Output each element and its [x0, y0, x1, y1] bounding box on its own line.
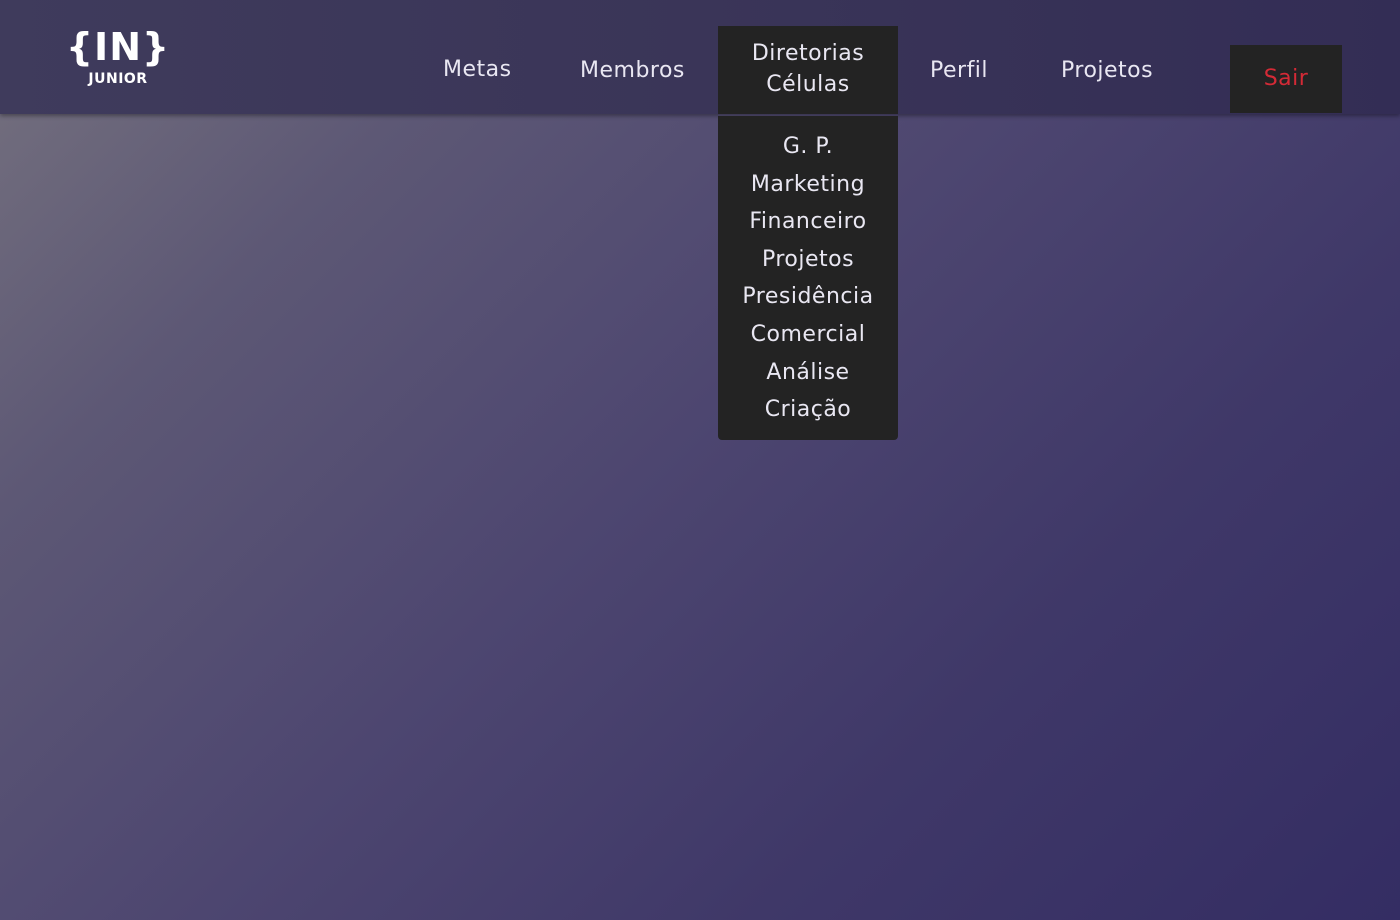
logout-button[interactable]: Sair: [1230, 45, 1342, 113]
dropdown-item-criacao[interactable]: Criação: [718, 391, 898, 429]
dropdown-item-presidencia[interactable]: Presidência: [718, 278, 898, 316]
diretorias-label: Diretorias: [751, 41, 865, 66]
nav-link-membros[interactable]: Membros: [580, 57, 685, 85]
celulas-label: Células: [766, 72, 850, 97]
diretorias-dropdown-toggle[interactable]: Diretorias Células: [718, 26, 898, 114]
dropdown-item-financeiro[interactable]: Financeiro: [718, 203, 898, 241]
dropdown-item-marketing[interactable]: Marketing: [718, 166, 898, 204]
logo-main-text: {IN}: [66, 25, 171, 69]
nav-link-perfil[interactable]: Perfil: [930, 57, 988, 85]
logo-sub-text: JUNIOR: [88, 71, 148, 87]
dropdown-item-analise[interactable]: Análise: [718, 354, 898, 392]
dropdown-item-projetos[interactable]: Projetos: [718, 241, 898, 279]
nav-link-metas[interactable]: Metas: [443, 56, 512, 84]
top-navbar: {IN} JUNIOR Metas Membros Diretorias Cél…: [0, 0, 1400, 114]
diretorias-dropdown-menu: G. P. Marketing Financeiro Projetos Pres…: [718, 116, 898, 440]
in-junior-logo[interactable]: {IN} JUNIOR: [66, 24, 170, 90]
nav-link-projetos[interactable]: Projetos: [1061, 57, 1153, 85]
dropdown-item-comercial[interactable]: Comercial: [718, 316, 898, 354]
dropdown-item-gp[interactable]: G. P.: [718, 128, 898, 166]
